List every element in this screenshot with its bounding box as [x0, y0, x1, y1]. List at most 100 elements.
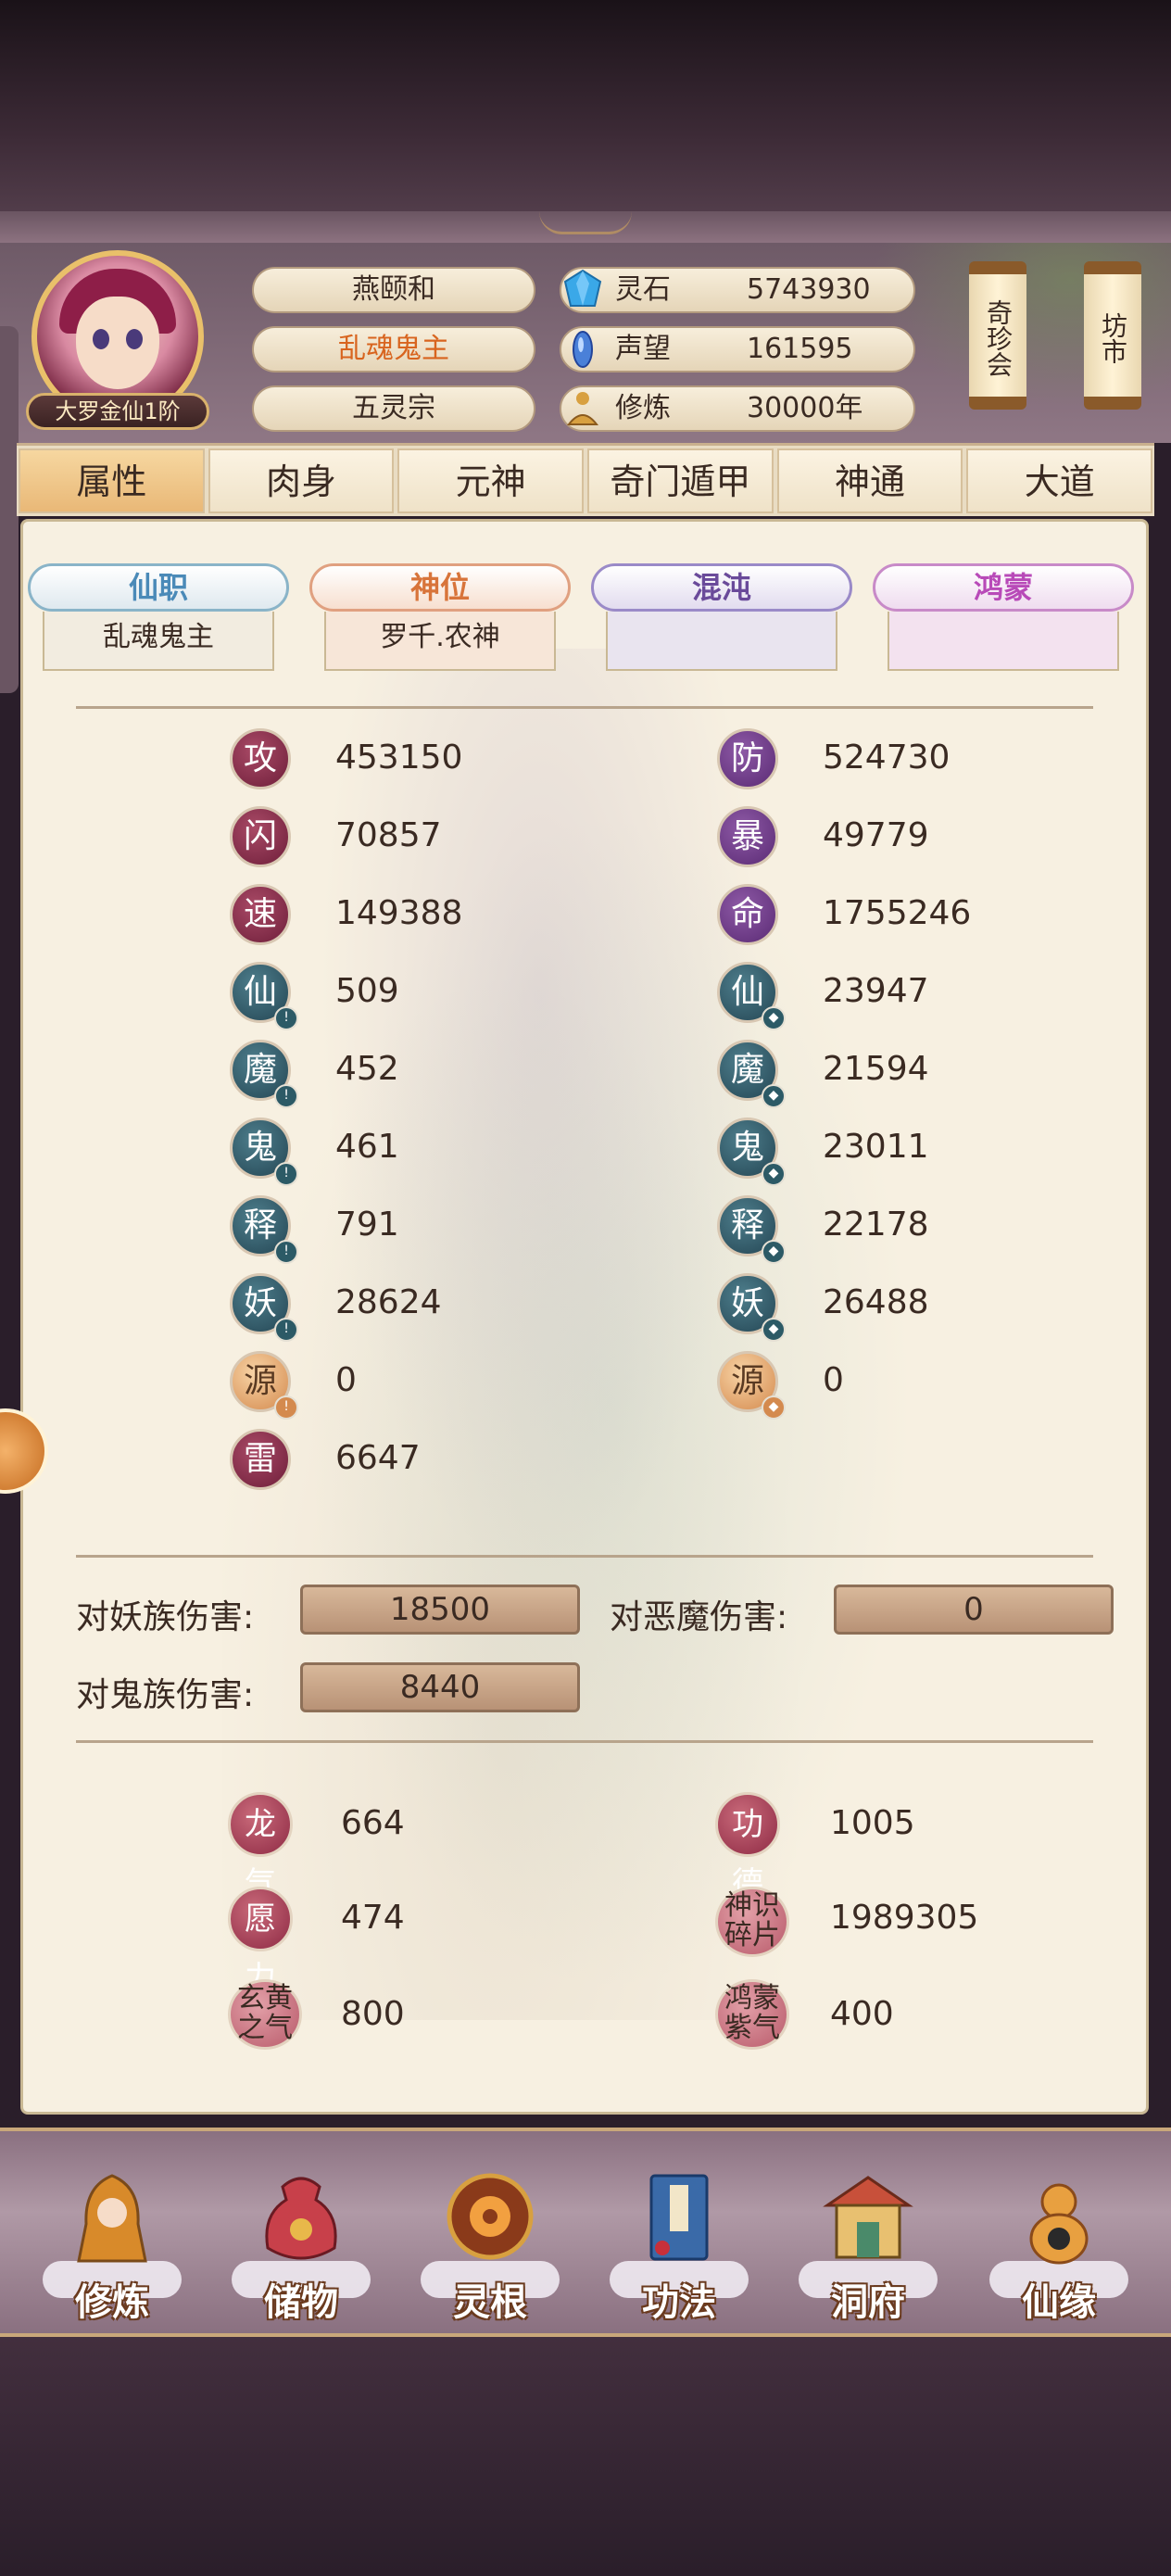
- divine-seat-value: 罗千.农神: [324, 612, 556, 671]
- cave-dwelling-icon: [823, 2176, 913, 2259]
- badge-marker: !: [274, 1240, 298, 1264]
- stat-badge: 闪: [230, 806, 291, 867]
- stat-value: 524730: [823, 739, 951, 777]
- spirit-stone-icon: [563, 269, 602, 307]
- avatar-face: [76, 297, 159, 389]
- stat-badge-label: 防: [730, 739, 764, 777]
- resource-spirit-stone: 灵石 5743930: [560, 267, 915, 313]
- stat-badge: 雷: [230, 1429, 291, 1490]
- stat-badge-label: 速: [243, 895, 277, 933]
- nav-storage[interactable]: 储物: [222, 2168, 380, 2326]
- nav-immortal-fate[interactable]: 仙缘: [980, 2168, 1138, 2326]
- evil-demon-damage-value: 0: [834, 1585, 1114, 1635]
- stat-badge-label: 攻: [243, 739, 277, 777]
- avatar-eye-right: [126, 329, 143, 349]
- stat-badge-label: 鬼: [730, 1129, 764, 1167]
- cultivation-icon: [77, 2174, 147, 2263]
- nav-cave-dwelling[interactable]: 洞府: [789, 2168, 947, 2326]
- sub-tab-immortal-post[interactable]: 仙职: [28, 563, 289, 612]
- resource-value: 30000年: [747, 392, 863, 424]
- resource-value: 161595: [747, 333, 853, 365]
- stat-badge-label: 闪: [243, 817, 277, 855]
- treasure-auction-label: 奇珍会: [983, 299, 1014, 377]
- badge-marker: !: [274, 1395, 298, 1420]
- resource-label: 灵石: [615, 273, 671, 306]
- stat-value: 791: [335, 1206, 399, 1244]
- stat-value: 6647: [335, 1439, 421, 1477]
- resource-label: 声望: [615, 333, 671, 365]
- ghost-race-damage-label: 对鬼族伤害:: [76, 1676, 255, 1714]
- nav-cultivation[interactable]: 修炼: [33, 2168, 191, 2326]
- nav-label: 修炼: [75, 2281, 149, 2324]
- badge-marker: ◆: [762, 1318, 786, 1342]
- player-sect: 五灵宗: [252, 385, 535, 432]
- stat-value: 22178: [823, 1206, 929, 1244]
- tab-body[interactable]: 肉身: [208, 448, 395, 513]
- ghost-race-damage-value: 8440: [300, 1662, 580, 1712]
- immortal-fate-icon: [1029, 2183, 1089, 2265]
- character-illustration: [222, 649, 926, 2020]
- player-title: 乱魂鬼主: [252, 326, 535, 373]
- stat-badge-label: 魔: [730, 1051, 764, 1089]
- stat-badge-label: 源: [243, 1362, 277, 1400]
- stat-badge-label: 妖: [730, 1284, 764, 1322]
- stat-value: 21594: [823, 1050, 929, 1088]
- prestige-crystal-icon: [573, 331, 593, 368]
- evil-demon-damage-label: 对恶魔伤害:: [610, 1598, 788, 1636]
- nav-label: 功法: [642, 2281, 716, 2324]
- tab-great-dao[interactable]: 大道: [966, 448, 1153, 513]
- badge-marker: ◆: [762, 1084, 786, 1108]
- nav-spirit-root[interactable]: 灵根: [411, 2168, 569, 2326]
- sub-tab-divine-seat[interactable]: 神位: [309, 563, 571, 612]
- sub-tab-hongmeng[interactable]: 鸿蒙: [873, 563, 1134, 612]
- badge-label: 玄黄之气: [237, 1982, 293, 2044]
- demon-race-damage-label: 对妖族伤害:: [76, 1598, 255, 1636]
- stat-value: 0: [823, 1361, 844, 1399]
- nav-label: 洞府: [831, 2281, 905, 2324]
- xuanhuang-qi-value: 800: [341, 1995, 405, 2033]
- stat-badge-label: 鬼: [243, 1129, 277, 1167]
- badge-marker: !: [274, 1084, 298, 1108]
- nav-technique[interactable]: 功法: [600, 2168, 758, 2326]
- technique-book-icon: [649, 2174, 709, 2261]
- stat-badge-label: 魔: [243, 1051, 277, 1089]
- treasure-auction-button[interactable]: 奇珍会: [969, 261, 1026, 410]
- market-button[interactable]: 坊市: [1084, 261, 1141, 410]
- merit-badge: 功德: [715, 1792, 780, 1902]
- main-tabs: 属性 肉身 元神 奇门遁甲 神通 大道: [17, 443, 1154, 516]
- stat-value: 49779: [823, 816, 929, 854]
- resource-prestige: 声望 161595: [560, 326, 915, 373]
- nav-label: 灵根: [453, 2281, 527, 2324]
- resource-label: 修炼: [615, 392, 671, 424]
- stat-value: 28624: [335, 1283, 442, 1321]
- chaos-value: [606, 612, 837, 671]
- sub-tab-chaos[interactable]: 混沌: [591, 563, 852, 612]
- left-edge-tab[interactable]: [0, 326, 19, 693]
- badge-marker: ◆: [762, 1162, 786, 1186]
- meditation-icon: [566, 392, 599, 425]
- badge-marker: !: [274, 1006, 298, 1030]
- xuanhuang-qi-badge: 玄黄之气: [228, 1979, 302, 2050]
- stat-badge-label: 源: [730, 1362, 764, 1400]
- resource-cultivation: 修炼 30000年: [560, 385, 915, 432]
- rank-badge: 大罗金仙1阶: [26, 393, 209, 430]
- stat-value: 23947: [823, 972, 929, 1010]
- stat-badge-label: 妖: [243, 1284, 277, 1322]
- tab-attributes[interactable]: 属性: [19, 448, 205, 513]
- badge-label: 神识碎片: [724, 1889, 780, 1951]
- badge-label: 鸿蒙紫气: [724, 1982, 780, 2044]
- tab-spirit[interactable]: 元神: [397, 448, 585, 513]
- stat-value: 0: [335, 1361, 357, 1399]
- stat-value: 461: [335, 1128, 399, 1166]
- stat-badge-label: 暴: [730, 817, 764, 855]
- badge-marker: ◆: [762, 1240, 786, 1264]
- top-ornament: [0, 211, 1171, 246]
- stat-badge-label: 释: [243, 1206, 277, 1244]
- stat-badge: 命: [717, 884, 778, 945]
- stat-badge-label: 仙: [730, 973, 764, 1011]
- tab-divine-power[interactable]: 神通: [776, 448, 963, 513]
- stat-badge: 速: [230, 884, 291, 945]
- stat-value: 70857: [335, 816, 442, 854]
- tab-qimen[interactable]: 奇门遁甲: [587, 448, 774, 513]
- stat-value: 149388: [335, 894, 463, 932]
